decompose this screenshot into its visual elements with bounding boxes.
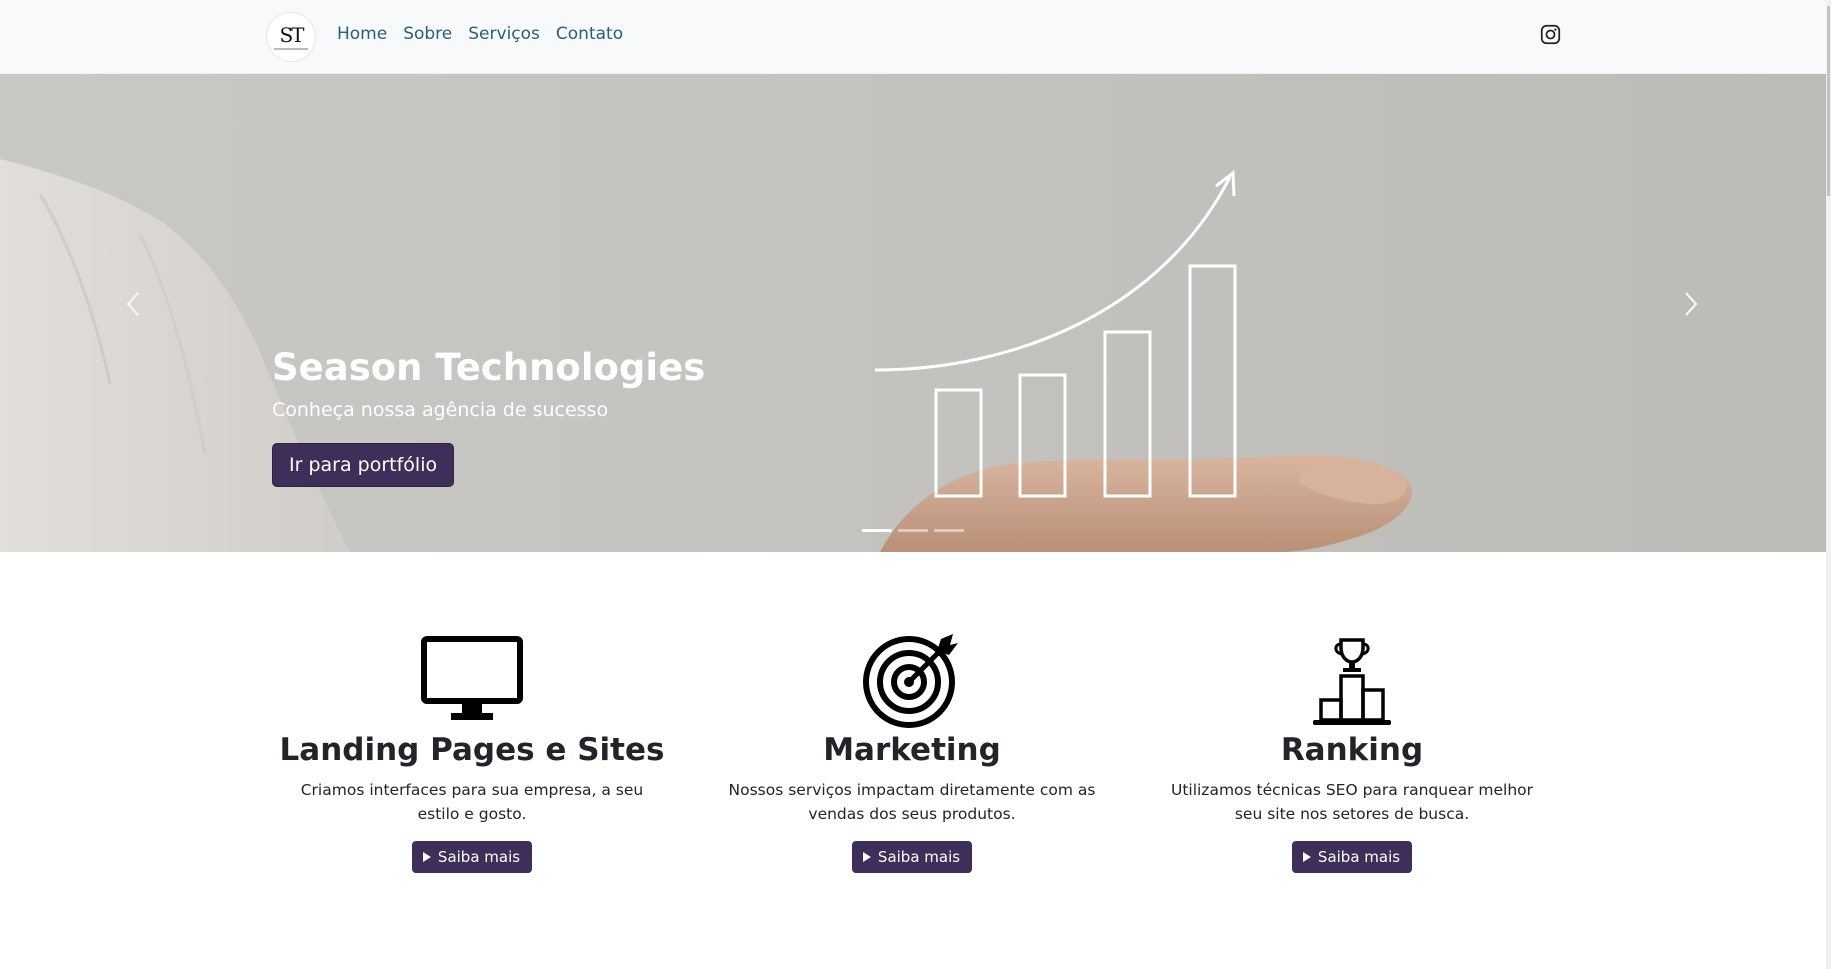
carousel-indicators — [862, 529, 964, 532]
service-title: Landing Pages e Sites — [279, 732, 665, 768]
carousel-indicator-2[interactable] — [898, 529, 928, 532]
navbar: ST Home Sobre Serviços Contato — [0, 0, 1831, 74]
play-icon — [1302, 852, 1311, 862]
service-description: Utilizamos técnicas SEO para ranquear me… — [1170, 781, 1534, 823]
carousel-indicator-3[interactable] — [934, 529, 964, 532]
saiba-mais-label: Saiba mais — [877, 848, 961, 866]
service-title: Marketing — [823, 732, 1001, 768]
service-card-ranking: Ranking Utilizamos técnicas SEO para ran… — [1157, 630, 1547, 873]
brand-logo[interactable]: ST — [266, 12, 316, 62]
saiba-mais-button[interactable]: Saiba mais — [1291, 841, 1413, 873]
service-card-landing-pages: Landing Pages e Sites Criamos interfaces… — [277, 630, 667, 873]
saiba-mais-button[interactable]: Saiba mais — [851, 841, 973, 873]
hero-carousel: Season Technologies Conheça nossa agênci… — [0, 74, 1831, 552]
saiba-mais-button[interactable]: Saiba mais — [411, 841, 533, 873]
nav-links: Home Sobre Serviços Contato — [337, 24, 623, 44]
saiba-mais-label: Saiba mais — [1317, 848, 1401, 866]
nav-link-contato[interactable]: Contato — [556, 24, 623, 44]
play-icon — [862, 852, 871, 862]
hero-caption: Season Technologies Conheça nossa agênci… — [272, 346, 705, 487]
carousel-indicator-1[interactable] — [862, 529, 892, 532]
chevron-left-icon[interactable] — [114, 284, 154, 324]
brand-logo-underline — [274, 47, 308, 50]
service-title: Ranking — [1280, 732, 1424, 768]
page-scrollbar-thumb[interactable] — [1827, 6, 1830, 196]
monitor-icon — [421, 636, 523, 720]
trophy-ranking-icon — [1313, 638, 1391, 725]
hero-title: Season Technologies — [272, 346, 706, 389]
play-icon — [422, 852, 431, 862]
target-icon — [863, 634, 958, 728]
hero-subtitle: Conheça nossa agência de sucesso — [272, 399, 609, 421]
nav-link-home[interactable]: Home — [337, 24, 387, 44]
chevron-right-icon[interactable] — [1670, 284, 1710, 324]
brand-logo-text: ST — [279, 22, 304, 47]
portfolio-button[interactable]: Ir para portfólio — [272, 443, 455, 487]
service-card-marketing: Marketing Nossos serviços impactam diret… — [717, 630, 1107, 873]
service-description: Criamos interfaces para sua empresa, a s… — [300, 781, 644, 823]
saiba-mais-label: Saiba mais — [437, 848, 521, 866]
nav-link-servicos[interactable]: Serviços — [468, 24, 540, 44]
instagram-icon[interactable] — [1540, 24, 1561, 45]
nav-link-sobre[interactable]: Sobre — [403, 24, 452, 44]
service-description: Nossos serviços impactam diretamente com… — [728, 781, 1096, 823]
